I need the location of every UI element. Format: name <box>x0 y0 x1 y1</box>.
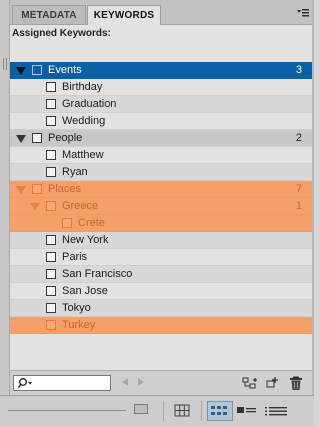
divider <box>163 401 164 421</box>
panel-menu-icon[interactable] <box>296 7 310 19</box>
keyword-row[interactable]: Crete <box>10 215 312 232</box>
keyword-label: Ryan <box>62 166 88 178</box>
keyword-row[interactable]: Tokyo <box>10 300 312 317</box>
keyword-row[interactable]: Ryan <box>10 164 312 181</box>
arrow-left-icon[interactable] <box>122 378 128 386</box>
new-sub-keyword-icon[interactable] <box>242 375 258 391</box>
grid-view-icon[interactable] <box>172 401 192 421</box>
list-view-icon[interactable] <box>235 401 259 421</box>
keyword-checkbox[interactable] <box>32 184 42 194</box>
keyword-label: San Francisco <box>62 268 133 280</box>
keyword-group-row[interactable]: Events 3 <box>10 62 312 79</box>
keyword-label: New York <box>62 234 109 246</box>
keyword-count: 7 <box>295 183 302 195</box>
keyword-label: Events <box>48 64 82 76</box>
tab-bar: METADATA KEYWORDS <box>10 0 312 25</box>
disclosure-triangle-icon[interactable] <box>16 135 26 143</box>
keyword-checkbox[interactable] <box>46 269 56 279</box>
tab-metadata[interactable]: METADATA <box>12 5 86 24</box>
keyword-checkbox[interactable] <box>32 65 42 75</box>
keyword-checkbox[interactable] <box>46 150 56 160</box>
keyword-count: 2 <box>295 132 302 144</box>
keyword-label: Tokyo <box>62 302 91 314</box>
keyword-row[interactable]: Matthew <box>10 147 312 164</box>
keyword-label: Matthew <box>62 149 104 161</box>
thumbnail-size-slider[interactable] <box>8 410 126 411</box>
keyword-row[interactable]: New York <box>10 232 312 249</box>
keyword-label: Graduation <box>62 98 117 110</box>
keyword-label: Places <box>48 183 82 195</box>
divider <box>201 401 202 421</box>
keyword-row[interactable]: Greece 1 <box>10 198 312 215</box>
disclosure-triangle-icon[interactable] <box>30 203 40 211</box>
window-right-edge <box>312 0 314 425</box>
disclosure-triangle-icon[interactable] <box>16 186 26 194</box>
arrow-right-icon[interactable] <box>138 378 144 386</box>
new-keyword-icon[interactable] <box>264 375 280 391</box>
assigned-keywords-label: Assigned Keywords: <box>12 28 111 39</box>
keyword-checkbox[interactable] <box>46 82 56 92</box>
keyword-label: Greece <box>62 200 99 212</box>
keyword-checkbox[interactable] <box>46 116 56 126</box>
keyword-row[interactable]: Wedding <box>10 113 312 130</box>
keyword-label: Crete <box>78 217 105 229</box>
keyword-group-row[interactable]: People 2 <box>10 130 312 147</box>
keyword-row[interactable]: Turkey <box>10 317 312 334</box>
keyword-checkbox[interactable] <box>46 235 56 245</box>
tab-keywords[interactable]: KEYWORDS <box>87 5 161 25</box>
search-icon[interactable] <box>17 377 32 389</box>
keyword-row[interactable]: Graduation <box>10 96 312 113</box>
keyword-row[interactable]: San Francisco <box>10 266 312 283</box>
keyword-checkbox[interactable] <box>46 320 56 330</box>
keyword-row[interactable]: Paris <box>10 249 312 266</box>
keyword-count: 3 <box>295 64 302 76</box>
trash-icon[interactable] <box>288 375 304 391</box>
grip-icon[interactable] <box>3 58 7 70</box>
keyword-label: Paris <box>62 251 88 263</box>
keyword-checkbox[interactable] <box>32 133 42 143</box>
search-input[interactable] <box>13 375 111 391</box>
bottom-toolbar <box>0 395 314 426</box>
keyword-row[interactable]: San Jose <box>10 283 312 300</box>
keyword-label: People <box>48 132 83 144</box>
detail-view-icon[interactable] <box>262 401 290 421</box>
keyword-checkbox[interactable] <box>62 218 72 228</box>
thumbnail-view-icon[interactable] <box>207 401 233 421</box>
keyword-checkbox[interactable] <box>46 252 56 262</box>
keyword-list: Events 3 Birthday Graduation Wedding People 2 M… <box>10 62 312 334</box>
disclosure-triangle-icon[interactable] <box>16 67 26 75</box>
panel-resize-gutter[interactable] <box>0 0 10 395</box>
keyword-checkbox[interactable] <box>46 303 56 313</box>
keyword-checkbox[interactable] <box>46 167 56 177</box>
keyword-checkbox[interactable] <box>46 201 56 211</box>
keyword-group-row[interactable]: Places 7 <box>10 181 312 198</box>
slider-max-icon[interactable] <box>134 404 148 414</box>
keyword-label: Turkey <box>62 319 96 331</box>
keyword-row[interactable]: Birthday <box>10 79 312 96</box>
keyword-checkbox[interactable] <box>46 286 56 296</box>
keyword-checkbox[interactable] <box>46 99 56 109</box>
keyword-count: 1 <box>295 200 302 212</box>
search-bar <box>10 370 312 396</box>
keyword-label: Wedding <box>62 115 106 127</box>
keyword-label: San Jose <box>62 285 108 297</box>
keyword-label: Birthday <box>62 81 103 93</box>
keywords-panel: METADATA KEYWORDS Assigned Keywords: Eve… <box>10 0 312 396</box>
